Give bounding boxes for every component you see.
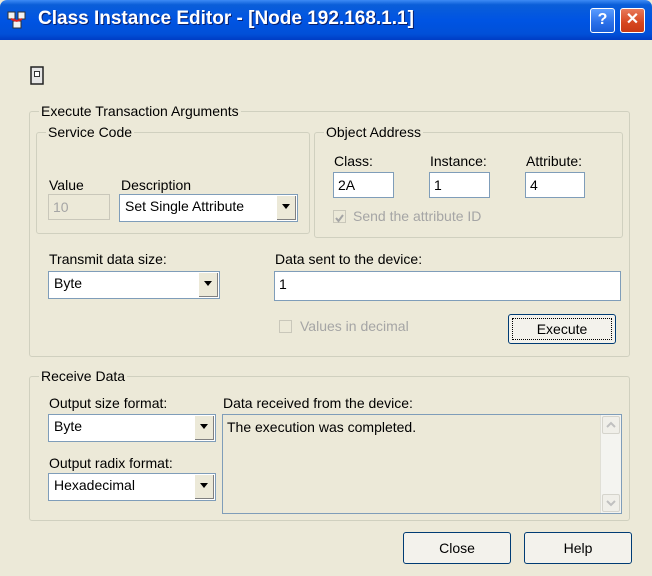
value-label: Value bbox=[49, 177, 84, 193]
data-sent-input[interactable]: 1 bbox=[274, 271, 621, 301]
output-size-label: Output size format: bbox=[49, 395, 168, 411]
chevron-down-icon bbox=[606, 500, 616, 507]
instance-input[interactable]: 1 bbox=[429, 172, 490, 198]
class-input[interactable]: 2A bbox=[333, 172, 394, 198]
close-button[interactable]: Close bbox=[403, 532, 511, 564]
description-select[interactable]: Set Single Attribute bbox=[119, 194, 298, 222]
transmit-size-value: Byte bbox=[54, 275, 83, 291]
data-received-text: The execution was completed. bbox=[227, 419, 417, 435]
output-size-value: Byte bbox=[54, 418, 83, 434]
values-decimal-checkbox bbox=[279, 320, 292, 333]
value-field: 10 bbox=[48, 194, 110, 220]
execute-group-label: Execute Transaction Arguments bbox=[39, 103, 241, 119]
title-help-button[interactable]: ? bbox=[590, 8, 615, 33]
class-label: Class: bbox=[334, 153, 373, 169]
transmit-size-label: Transmit data size: bbox=[49, 251, 167, 267]
data-received-label: Data received from the device: bbox=[223, 395, 413, 411]
title-close-button[interactable]: ✕ bbox=[620, 8, 645, 33]
help-button[interactable]: Help bbox=[524, 532, 632, 564]
chevron-down-icon[interactable] bbox=[276, 196, 296, 220]
instance-label: Instance: bbox=[430, 153, 487, 169]
vertical-scrollbar[interactable] bbox=[600, 415, 621, 513]
receive-group-label: Receive Data bbox=[39, 368, 128, 384]
description-label: Description bbox=[121, 177, 192, 193]
data-received-area[interactable]: The execution was completed. bbox=[222, 414, 622, 514]
chevron-down-icon[interactable] bbox=[194, 475, 214, 499]
output-radix-label: Output radix format: bbox=[49, 455, 173, 471]
output-size-select[interactable]: Byte bbox=[48, 414, 216, 442]
send-attribute-checkbox bbox=[333, 210, 346, 223]
data-sent-label: Data sent to the device: bbox=[275, 251, 423, 267]
attribute-label: Attribute: bbox=[526, 153, 583, 169]
scroll-down-button[interactable] bbox=[602, 494, 620, 512]
execute-button[interactable]: Execute bbox=[508, 314, 616, 344]
send-attribute-label: Send the attribute ID bbox=[353, 208, 482, 224]
output-radix-select[interactable]: Hexadecimal bbox=[48, 473, 216, 501]
scroll-up-button[interactable] bbox=[602, 416, 620, 434]
output-radix-value: Hexadecimal bbox=[54, 477, 135, 493]
transmit-size-select[interactable]: Byte bbox=[48, 271, 220, 299]
object-address-label: Object Address bbox=[324, 124, 423, 140]
attribute-input[interactable]: 4 bbox=[525, 172, 585, 198]
chevron-up-icon bbox=[606, 421, 616, 428]
app-icon bbox=[7, 11, 26, 29]
values-decimal-label: Values in decimal bbox=[300, 318, 409, 334]
execute-button-label: Execute bbox=[512, 318, 612, 340]
book-icon[interactable] bbox=[29, 66, 45, 86]
checkmark-icon bbox=[335, 214, 344, 223]
chevron-down-icon[interactable] bbox=[194, 416, 214, 440]
service-code-label: Service Code bbox=[46, 124, 135, 140]
description-value: Set Single Attribute bbox=[125, 198, 245, 214]
chevron-down-icon[interactable] bbox=[198, 273, 218, 297]
window-title: Class Instance Editor - [Node 192.168.1.… bbox=[38, 8, 414, 29]
